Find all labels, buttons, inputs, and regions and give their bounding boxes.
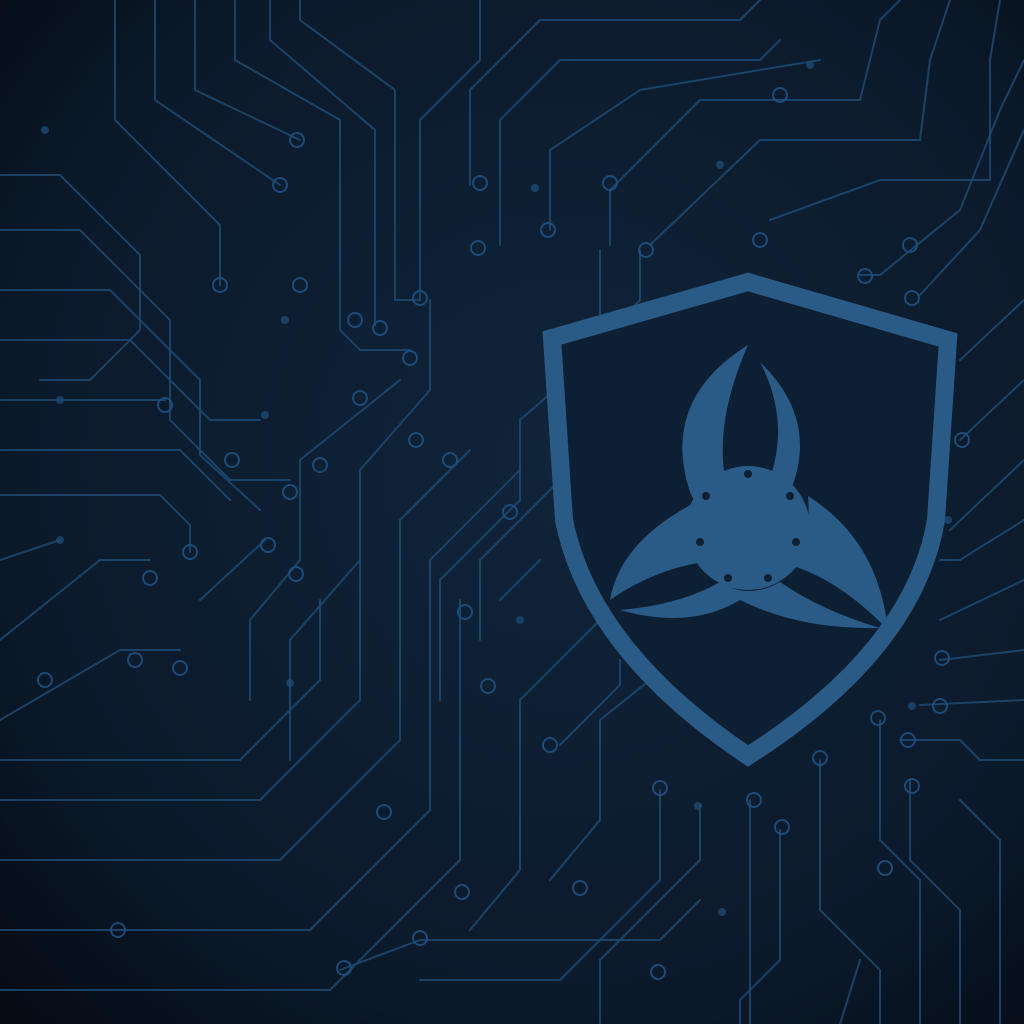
circuit-pad — [694, 802, 702, 810]
circuit-pad — [261, 411, 269, 419]
circuit-pad — [286, 679, 294, 687]
circuit-pad — [516, 616, 524, 624]
circuit-pad — [806, 61, 814, 69]
circuit-pad — [716, 161, 724, 169]
circuit-pad — [41, 126, 49, 134]
circuit-pad — [718, 908, 726, 916]
circuit-pad — [56, 396, 64, 404]
circuit-pad — [281, 316, 289, 324]
circuit-background — [0, 0, 1024, 1024]
circuit-pad — [531, 184, 539, 192]
circuit-pad — [908, 702, 916, 710]
circuit-pad — [56, 536, 64, 544]
